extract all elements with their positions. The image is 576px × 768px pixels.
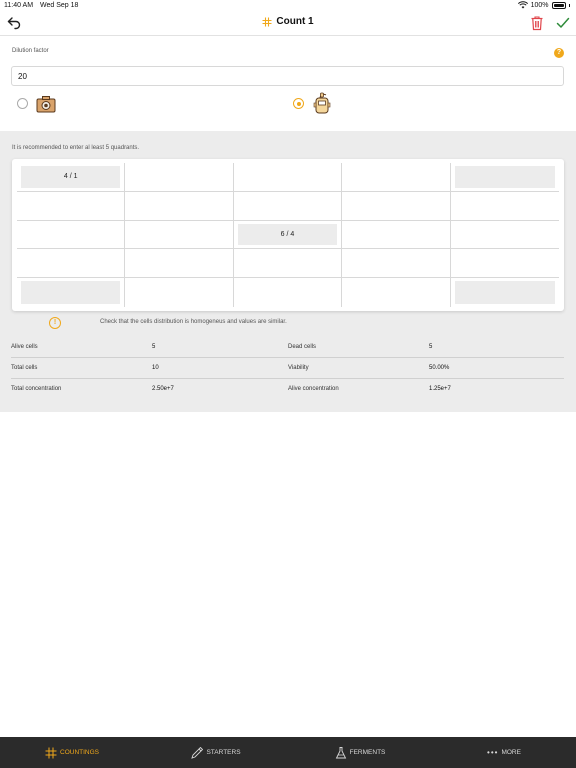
quadrant-cell[interactable] (234, 278, 343, 307)
dilution-factor-input[interactable] (11, 66, 564, 86)
quadrant-cell[interactable] (125, 191, 234, 221)
results-row: Alive cells 5 Dead cells 5 (11, 337, 564, 358)
tab-countings-label: COUNTINGS (60, 749, 99, 756)
tab-ferments[interactable]: FERMENTS (288, 737, 432, 768)
quadrant-cell[interactable] (125, 278, 234, 307)
status-indicators: 100% (517, 1, 570, 9)
hashtag-icon (45, 747, 57, 758)
alive-concentration-value: 1.25e+7 (429, 386, 451, 392)
nav-bar: Count 1 (0, 12, 576, 36)
quadrant-cell[interactable] (233, 191, 343, 221)
confirm-check-icon[interactable] (555, 15, 571, 31)
tab-bar: COUNTINGS STARTERS FERMENTS ••• MORE (0, 737, 576, 768)
status-bar: 11:40 AM Wed Sep 18 100% (0, 0, 576, 12)
results-row: Total cells 10 Viability 50.00% (11, 358, 564, 379)
camera-method-radio[interactable] (17, 98, 28, 109)
quadrant-cell-value: 6 / 4 (237, 223, 338, 246)
quadrant-cell[interactable] (342, 191, 451, 221)
quadrant-cell-value: 4 / 1 (21, 166, 121, 188)
flask-icon (335, 746, 346, 758)
tab-more-label: MORE (501, 749, 521, 756)
warning-icon: ! (49, 317, 61, 329)
wifi-icon (517, 1, 528, 9)
quadrant-cell[interactable] (342, 249, 451, 279)
tab-starters[interactable]: STARTERS (144, 737, 288, 768)
alive-cells-label: Alive cells (11, 344, 38, 350)
quadrant-cell[interactable] (451, 278, 559, 307)
viability-label: Viability (288, 365, 309, 371)
dead-cells-label: Dead cells (288, 344, 317, 350)
quadrant-cell[interactable] (450, 163, 559, 192)
quadrant-hint: It is recommended to enter al least 5 qu… (12, 145, 140, 151)
quadrant-cell[interactable]: 6 / 4 (233, 220, 343, 250)
quadrant-cell[interactable] (450, 249, 559, 279)
hashtag-icon (262, 17, 272, 26)
alive-cells-value: 5 (152, 344, 156, 350)
results-row: Total concentration 2.50e+7 Alive concen… (11, 379, 564, 400)
quadrant-cell[interactable] (17, 220, 126, 250)
quadrant-cell[interactable] (342, 278, 451, 307)
page-title: Count 1 (276, 16, 314, 27)
hand-counter-icon[interactable] (313, 91, 331, 115)
total-concentration-value: 2.50e+7 (152, 386, 174, 392)
results-table: Alive cells 5 Dead cells 5 Total cells 1… (11, 337, 564, 400)
counter-method-radio[interactable] (293, 98, 304, 109)
tab-more[interactable]: ••• MORE (432, 737, 576, 768)
quadrant-cell[interactable] (450, 221, 559, 250)
quadrant-cell[interactable] (233, 163, 343, 192)
distribution-warning: Check that the cells distribution is hom… (100, 319, 287, 325)
battery-percent: 100% (530, 1, 549, 9)
battery-icon (551, 1, 566, 9)
tab-countings[interactable]: COUNTINGS (0, 737, 144, 768)
quadrant-grid: 4 / 1 6 / 4 (17, 163, 559, 307)
quadrant-grid-card: 4 / 1 6 / 4 (12, 159, 564, 311)
help-icon[interactable]: ? (554, 48, 564, 58)
quadrant-cell[interactable]: 4 / 1 (17, 163, 126, 192)
quadrant-cell[interactable] (125, 163, 234, 192)
quadrant-cell[interactable] (17, 249, 126, 279)
quadrant-cell[interactable] (125, 249, 234, 279)
tab-starters-label: STARTERS (206, 749, 241, 756)
dilution-factor-label: Dilution factor (12, 48, 49, 54)
quadrant-cell[interactable] (125, 220, 234, 250)
more-dots-icon: ••• (487, 748, 499, 757)
quadrant-cell[interactable] (450, 192, 559, 221)
quadrant-cell[interactable] (233, 249, 343, 279)
camera-icon[interactable] (36, 95, 56, 113)
dead-cells-value: 5 (429, 344, 433, 350)
quadrant-cell[interactable] (342, 220, 451, 250)
quadrant-cell[interactable] (342, 163, 451, 192)
total-cells-label: Total cells (11, 365, 38, 371)
quadrant-cell[interactable] (17, 191, 126, 221)
status-time: 11:40 AM (4, 2, 34, 9)
viability-value: 50.00% (429, 365, 450, 371)
trash-icon[interactable] (530, 15, 544, 31)
nav-title-group: Count 1 (0, 16, 576, 27)
alive-concentration-label: Alive concentration (288, 386, 339, 392)
tab-ferments-label: FERMENTS (349, 749, 386, 756)
quadrant-cell-value (454, 166, 555, 188)
quadrant-cell-value (21, 281, 121, 304)
quadrant-cell-value (454, 281, 555, 304)
quadrant-cell[interactable] (17, 278, 126, 307)
total-cells-value: 10 (152, 365, 159, 371)
pipette-icon (191, 746, 204, 759)
total-concentration-label: Total concentration (11, 386, 62, 392)
status-date: Wed Sep 18 (40, 2, 79, 9)
